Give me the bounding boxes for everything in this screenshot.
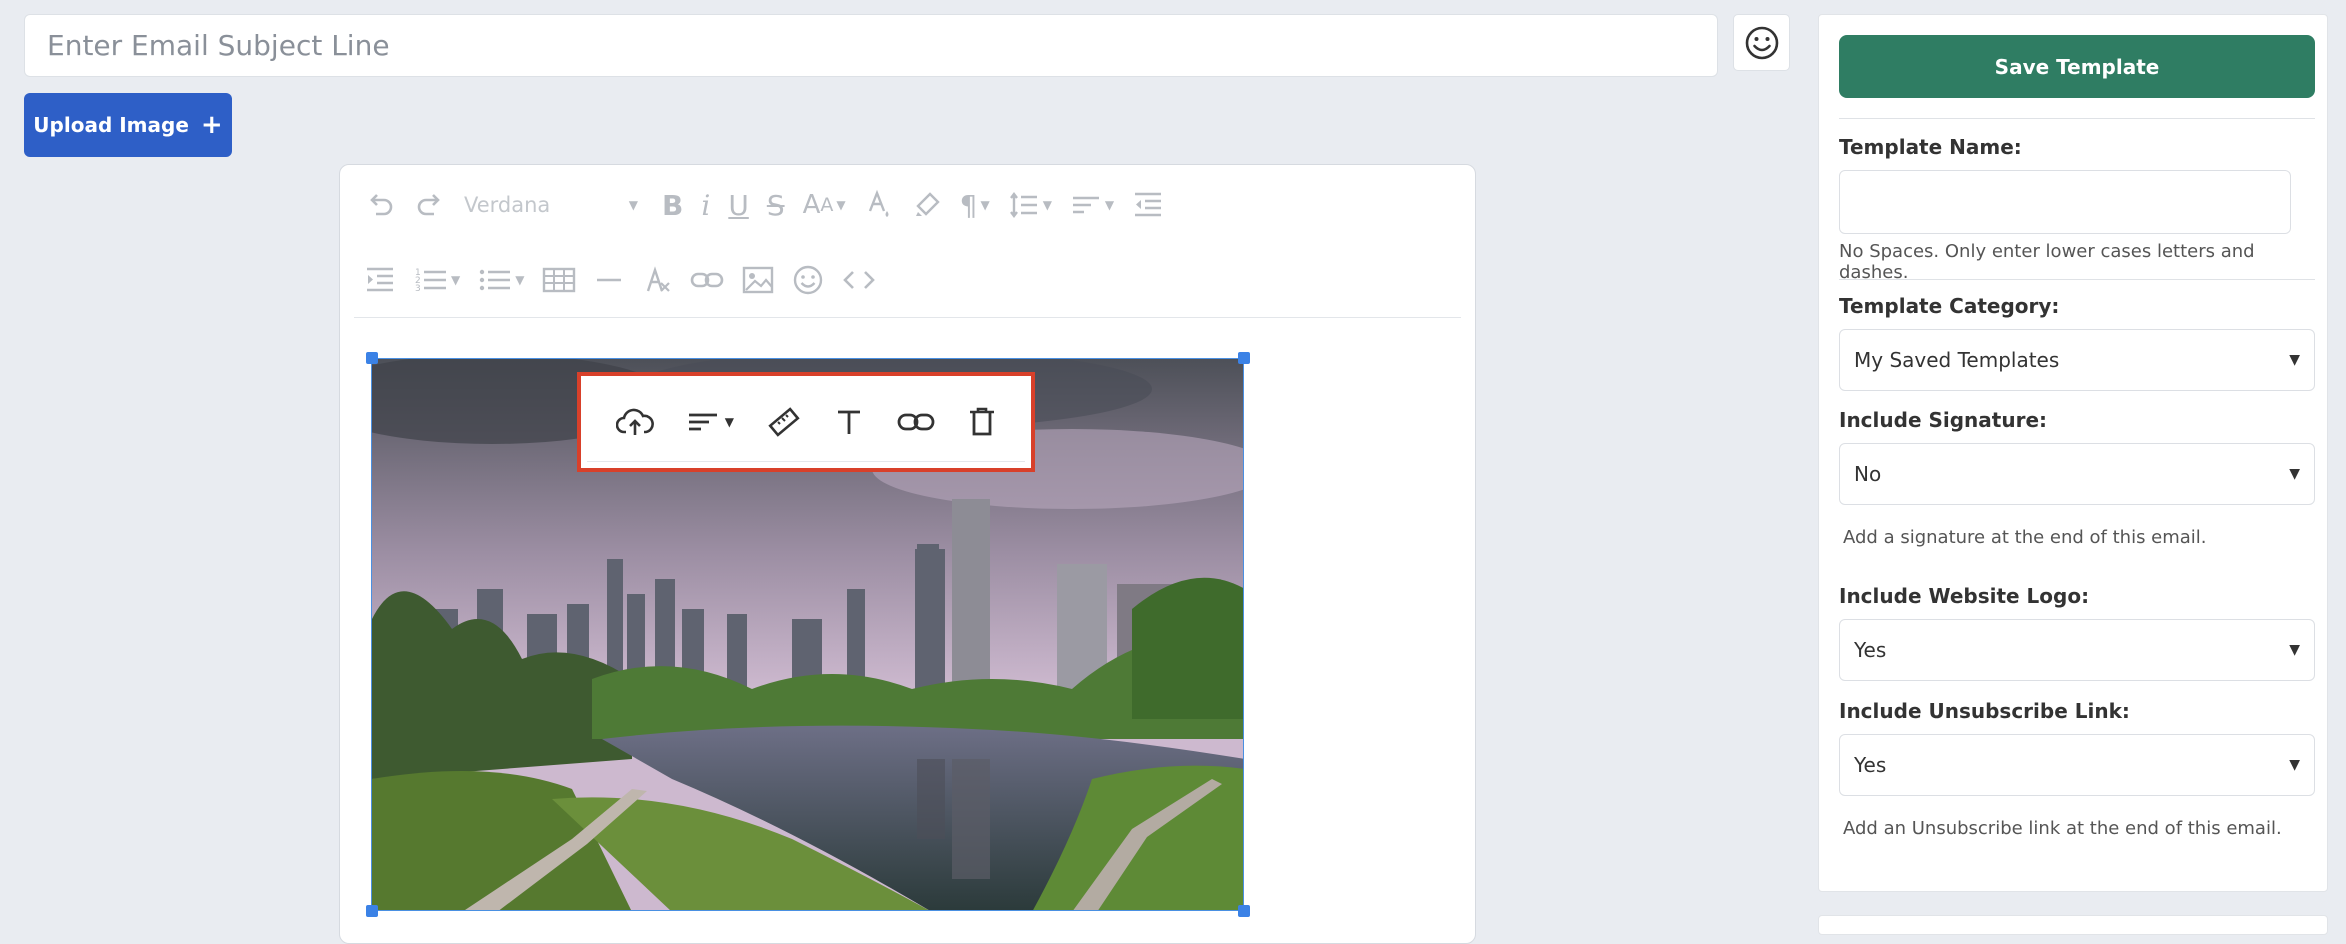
toolbar-row-1: Verdana ▼ B i U S A A ▼ ¶ ▼ ▼ ▼ [364,177,1182,233]
upload-image-label: Upload Image [33,113,189,137]
font-size-icon[interactable]: A A ▼ [803,181,846,229]
outdent-icon[interactable] [1132,181,1164,229]
chevron-down-icon: ▼ [628,198,638,212]
unordered-list-icon[interactable]: ▼ [478,256,524,304]
divider [1839,279,2315,280]
subject-input[interactable]: Enter Email Subject Line [24,14,1718,77]
chevron-down-icon: ▼ [2289,466,2300,482]
undo-icon[interactable] [364,181,396,229]
resize-handle-bottom-right[interactable] [1238,905,1250,917]
resize-handle-top-left[interactable] [366,352,378,364]
font-family-value: Verdana [464,193,551,217]
ordered-list-icon[interactable]: 1 2 3 ▼ [414,256,460,304]
upload-image-button[interactable]: Upload Image + [24,93,232,157]
include-unsubscribe-help: Add an Unsubscribe link at the end of th… [1843,818,2282,839]
template-category-label: Template Category: [1839,294,2060,318]
image-align-icon[interactable]: ▼ [687,407,734,437]
alt-text-icon[interactable] [834,407,864,437]
template-name-label: Template Name: [1839,135,2022,159]
include-logo-value: Yes [1854,638,1887,662]
horizontal-rule-icon[interactable] [594,256,624,304]
include-logo-label: Include Website Logo: [1839,584,2090,608]
code-view-icon[interactable] [842,256,876,304]
italic-icon[interactable]: i [701,181,710,229]
strikethrough-icon[interactable]: S [767,181,785,229]
image-icon[interactable] [742,256,774,304]
toolbar-row-2: 1 2 3 ▼ ▼ [364,252,894,308]
svg-text:3: 3 [415,284,421,294]
align-icon[interactable]: ▼ [1070,181,1114,229]
include-signature-value: No [1854,462,1882,486]
clear-format-icon[interactable] [642,256,672,304]
chevron-down-icon: ▼ [2289,757,2300,773]
indent-icon[interactable] [364,256,396,304]
save-template-button[interactable]: Save Template [1839,35,2315,98]
include-unsubscribe-label: Include Unsubscribe Link: [1839,699,2130,723]
plus-icon: + [200,110,223,140]
include-signature-label: Include Signature: [1839,408,2048,432]
template-name-input[interactable] [1839,170,2291,234]
chevron-down-icon: ▼ [2289,642,2300,658]
image-size-icon[interactable] [767,405,801,439]
include-signature-help: Add a signature at the end of this email… [1843,527,2207,548]
include-unsubscribe-value: Yes [1854,753,1887,777]
include-unsubscribe-select[interactable]: Yes ▼ [1839,734,2315,796]
delete-icon[interactable] [968,406,996,438]
font-family-select[interactable]: Verdana ▼ [464,181,644,229]
emoji-picker-button[interactable] [1733,14,1790,71]
include-signature-select[interactable]: No ▼ [1839,443,2315,505]
table-icon[interactable] [542,256,576,304]
secondary-panel [1818,915,2328,935]
line-height-icon[interactable]: ▼ [1008,181,1052,229]
underline-icon[interactable]: U [728,181,749,229]
template-category-select[interactable]: My Saved Templates ▼ [1839,329,2315,391]
image-popover-toolbar: ▼ [577,372,1035,472]
toolbar-divider [354,317,1461,318]
highlight-icon[interactable] [912,181,942,229]
resize-handle-bottom-left[interactable] [366,905,378,917]
include-logo-select[interactable]: Yes ▼ [1839,619,2315,681]
image-link-icon[interactable] [897,407,935,437]
template-settings-panel: Save Template Template Name: No Spaces. … [1818,14,2328,892]
chevron-down-icon: ▼ [2289,352,2300,368]
template-category-value: My Saved Templates [1854,348,2060,372]
paragraph-icon[interactable]: ¶ ▼ [960,181,990,229]
text-color-icon[interactable] [864,181,894,229]
resize-handle-top-right[interactable] [1238,352,1250,364]
template-name-help: No Spaces. Only enter lower cases letter… [1839,241,2255,283]
redo-icon[interactable] [414,181,446,229]
chevron-down-icon: ▼ [724,414,734,429]
upload-cloud-icon[interactable] [615,405,654,439]
bold-icon[interactable]: B [662,181,683,229]
smiley-icon [1745,26,1778,59]
emoji-icon[interactable] [792,256,824,304]
link-icon[interactable] [690,256,724,304]
divider [1839,118,2315,119]
editor-toolbar: Verdana ▼ B i U S A A ▼ ¶ ▼ ▼ ▼ 1 2 3 ▼ … [340,165,1475,320]
